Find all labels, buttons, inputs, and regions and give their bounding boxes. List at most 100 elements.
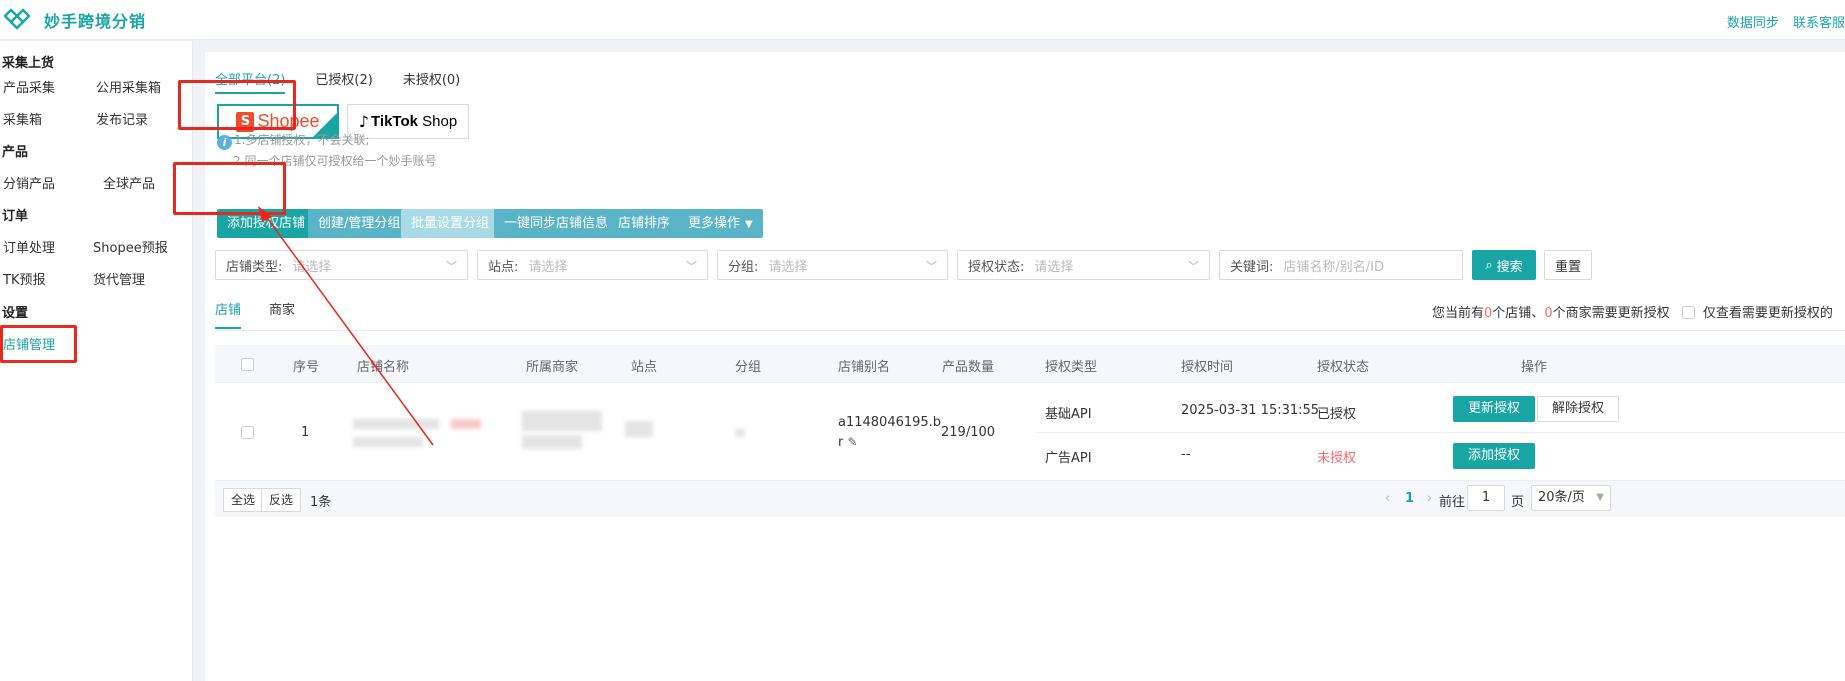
contact-support-link[interactable]: 联系客服 bbox=[1793, 16, 1845, 31]
store-type-select[interactable]: 店铺类型: 请选择 ﹀ bbox=[215, 250, 468, 280]
app-logo[interactable]: 妙手跨境分销 bbox=[4, 8, 146, 32]
sub-row-divider bbox=[1035, 432, 1845, 433]
store-sort-button[interactable]: 店铺排序 bbox=[608, 209, 681, 238]
store-merchant-tabs: 店铺 商家 bbox=[215, 299, 323, 329]
auth-status-ads: 未授权 bbox=[1317, 451, 1357, 466]
top-bar: 妙手跨境分销 数据同步 联系客服 bbox=[0, 0, 1845, 40]
total-count: 1条 bbox=[310, 495, 332, 510]
only-need-update-checkbox[interactable] bbox=[1681, 306, 1695, 319]
platform-tabs: 全部平台(2) 已授权(2) 未授权(0) bbox=[215, 69, 490, 94]
sidebar-item-distribution-products[interactable]: 分销产品 bbox=[3, 173, 55, 192]
more-actions-button[interactable]: 更多操作 ▼ bbox=[678, 209, 763, 238]
select-all-checkbox[interactable] bbox=[241, 358, 254, 371]
tab-all-platforms[interactable]: 全部平台(2) bbox=[215, 69, 286, 94]
edit-icon[interactable]: ✎ bbox=[848, 435, 858, 449]
logo-icon bbox=[4, 8, 30, 30]
site-select[interactable]: 站点: 请选择 ﹀ bbox=[477, 250, 708, 280]
sidebar-item-order-processing[interactable]: 订单处理 bbox=[3, 237, 55, 256]
page-jump-input[interactable]: 1 bbox=[1467, 485, 1505, 511]
sidebar-group-orders: 订单 bbox=[2, 209, 29, 224]
table-row: 1 a1148046195.b r ✎ 219/100 基础API 2025-0… bbox=[215, 383, 1845, 481]
tiktok-note-icon: ♪ bbox=[358, 112, 370, 131]
sidebar-group-collect: 采集上货 bbox=[2, 56, 55, 71]
chevron-down-icon: ▼ bbox=[745, 219, 753, 230]
row-index: 1 bbox=[301, 425, 310, 440]
table-header: 序号 店铺名称 所属商家 站点 分组 店铺别名 产品数量 授权类型 授权时间 授… bbox=[215, 345, 1845, 383]
sidebar: 采集上货 产品采集 公用采集箱 采集箱 发布记录 产品 分销产品 全球产品 订单… bbox=[0, 41, 193, 681]
col-alias: 店铺别名 bbox=[838, 360, 891, 375]
tiktok-shop-label: Shop bbox=[417, 113, 458, 130]
app-title: 妙手跨境分销 bbox=[44, 12, 147, 31]
page-number-current[interactable]: 1 bbox=[1405, 491, 1414, 506]
prev-page-icon[interactable]: ‹ bbox=[1385, 491, 1390, 506]
col-group: 分组 bbox=[735, 360, 762, 375]
auth-time-basic: 2025-03-31 15:31:55 bbox=[1181, 403, 1320, 418]
sidebar-group-settings: 设置 bbox=[2, 306, 29, 321]
chevron-down-icon: ▼ bbox=[1596, 492, 1604, 503]
chevron-down-icon: ﹀ bbox=[686, 260, 697, 273]
table-footer: 全选 反选 1条 ‹ 1 › 前往 1 页 20条/页 ▼ bbox=[215, 481, 1845, 517]
shopee-bag-icon: S bbox=[236, 111, 255, 132]
main-content: 全部平台(2) 已授权(2) 未授权(0) S Shopee ♪ TikTok … bbox=[205, 52, 1845, 681]
add-auth-button[interactable]: 添加授权 bbox=[1453, 443, 1536, 469]
auth-type-ads: 广告API bbox=[1045, 451, 1092, 466]
reset-button[interactable]: 重置 bbox=[1544, 250, 1592, 280]
update-auth-notice: 您当前有0个店铺、0个商家需要更新授权 仅查看需要更新授权的 bbox=[1432, 306, 1833, 321]
auth-status-basic: 已授权 bbox=[1317, 407, 1357, 422]
tab-merchants[interactable]: 商家 bbox=[269, 299, 295, 329]
sync-store-info-button[interactable]: 一键同步店铺信息 bbox=[494, 209, 619, 238]
tabs-divider bbox=[215, 330, 1845, 331]
tab-authorized[interactable]: 已授权(2) bbox=[315, 69, 372, 94]
sidebar-group-products: 产品 bbox=[2, 145, 29, 160]
chevron-down-icon: ﹀ bbox=[446, 260, 457, 273]
sidebar-item-shopee-forecast[interactable]: Shopee预报 bbox=[93, 237, 168, 256]
update-auth-button[interactable]: 更新授权 bbox=[1453, 396, 1536, 422]
data-sync-link[interactable]: 数据同步 bbox=[1727, 16, 1779, 31]
product-count: 219/100 bbox=[941, 425, 996, 440]
redacted-site bbox=[625, 421, 653, 437]
col-index: 序号 bbox=[293, 360, 320, 375]
tab-stores[interactable]: 店铺 bbox=[215, 299, 242, 329]
invert-selection-button[interactable]: 反选 bbox=[261, 488, 302, 512]
sidebar-item-public-collect-box[interactable]: 公用采集箱 bbox=[96, 77, 161, 96]
shopee-label: Shopee bbox=[257, 111, 320, 131]
chevron-down-icon: ﹀ bbox=[1188, 260, 1199, 273]
col-product-count: 产品数量 bbox=[942, 360, 995, 375]
create-manage-group-button[interactable]: 创建/管理分组 bbox=[308, 209, 411, 238]
sidebar-item-store-management[interactable]: 店铺管理 bbox=[3, 334, 55, 353]
col-site: 站点 bbox=[631, 360, 658, 375]
next-page-icon[interactable]: › bbox=[1427, 491, 1432, 506]
add-authorized-store-button[interactable]: 添加授权店铺 bbox=[217, 209, 316, 238]
col-auth-type: 授权类型 bbox=[1045, 360, 1098, 375]
auth-status-select[interactable]: 授权状态: 请选择 ﹀ bbox=[957, 250, 1210, 280]
sidebar-item-global-products[interactable]: 全球产品 bbox=[103, 173, 155, 192]
search-button[interactable]: ⌕ 搜索 bbox=[1472, 250, 1536, 280]
keyword-input[interactable]: 关键词: 店铺名称/别名/ID bbox=[1219, 250, 1463, 280]
select-all-button[interactable]: 全选 bbox=[223, 488, 264, 512]
redacted-store-tag bbox=[451, 419, 481, 429]
sidebar-item-tk-forecast[interactable]: TK预报 bbox=[3, 269, 45, 288]
col-store-name: 店铺名称 bbox=[357, 360, 410, 375]
store-alias: a1148046195.b bbox=[838, 415, 942, 430]
tab-unauthorized[interactable]: 未授权(0) bbox=[403, 69, 460, 94]
redacted-group bbox=[735, 429, 745, 437]
redacted-merchant-sub bbox=[522, 435, 582, 449]
redacted-merchant bbox=[522, 411, 602, 431]
row-checkbox[interactable] bbox=[241, 426, 254, 439]
page-size-select[interactable]: 20条/页 ▼ bbox=[1531, 485, 1611, 511]
sidebar-item-publish-records[interactable]: 发布记录 bbox=[96, 109, 148, 128]
sidebar-item-collect-box[interactable]: 采集箱 bbox=[3, 109, 42, 128]
group-select[interactable]: 分组: 请选择 ﹀ bbox=[717, 250, 948, 280]
tiktok-label: TikTok bbox=[371, 113, 418, 130]
sidebar-item-product-collect[interactable]: 产品采集 bbox=[3, 77, 55, 96]
auth-time-ads: -- bbox=[1181, 447, 1191, 462]
info-icon: i bbox=[217, 135, 232, 150]
sidebar-item-freight-management[interactable]: 货代管理 bbox=[93, 269, 145, 288]
redacted-store-id bbox=[353, 437, 423, 447]
col-auth-time: 授权时间 bbox=[1181, 360, 1234, 375]
only-need-update-label: 仅查看需要更新授权的 bbox=[1702, 306, 1833, 321]
batch-set-group-button[interactable]: 批量设置分组 bbox=[401, 209, 500, 238]
search-icon: ⌕ bbox=[1485, 257, 1493, 273]
revoke-auth-button[interactable]: 解除授权 bbox=[1537, 396, 1620, 422]
auth-type-basic: 基础API bbox=[1045, 407, 1092, 422]
